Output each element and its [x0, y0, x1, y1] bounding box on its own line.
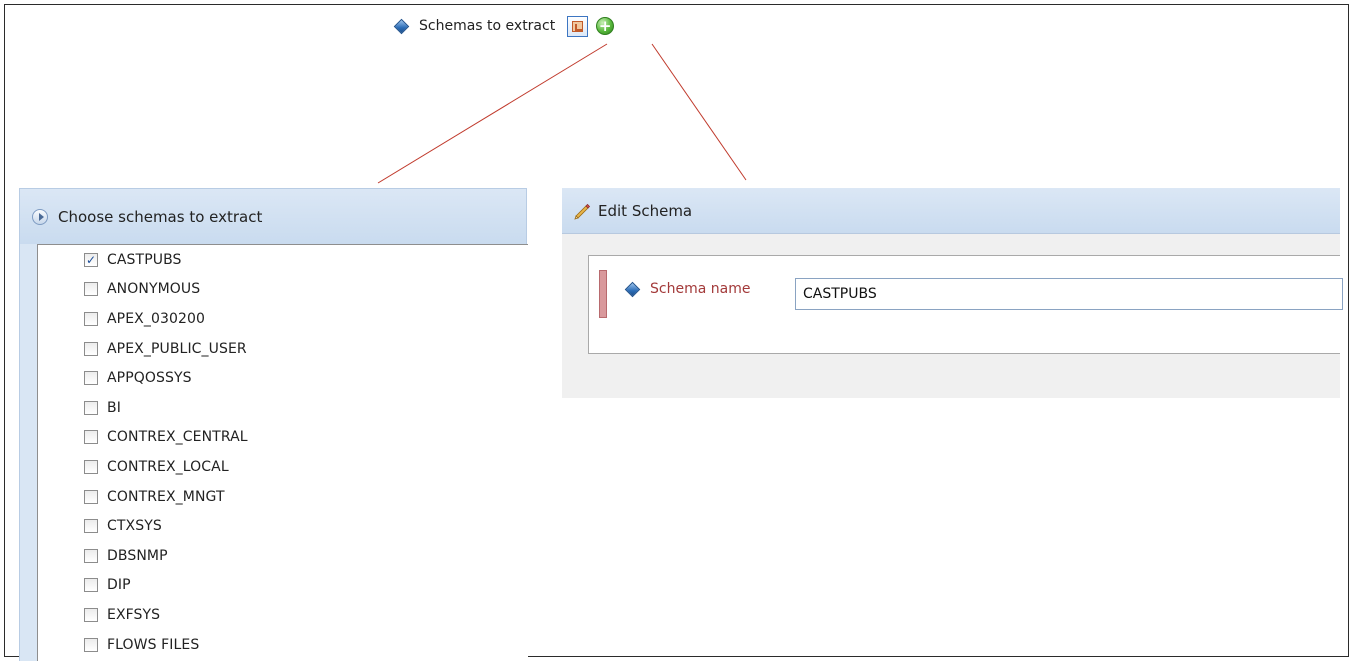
diamond-icon — [624, 281, 641, 297]
schema-name-row: Schema name — [624, 281, 751, 297]
pencil-icon — [574, 203, 591, 220]
schema-label: CTXSYS — [107, 518, 162, 535]
schema-label: APEX_030200 — [107, 310, 205, 327]
schemas-to-extract-label: Schemas to extract — [419, 18, 556, 34]
schema-checkbox[interactable] — [84, 459, 98, 474]
required-indicator — [599, 270, 607, 318]
schema-label: CONTREX_MNGT — [107, 488, 225, 505]
edit-schema-header: Edit Schema — [562, 188, 1340, 234]
schema-label: CONTREX_LOCAL — [107, 458, 229, 475]
schema-label: DIP — [107, 577, 131, 594]
choose-schemas-title: Choose schemas to extract — [58, 207, 263, 226]
edit-schema-title: Edit Schema — [598, 201, 693, 220]
schema-list-item[interactable]: APEX_030200 — [38, 304, 528, 334]
schema-list-item[interactable]: CONTREX_LOCAL — [38, 452, 528, 482]
schema-checkbox[interactable] — [84, 430, 98, 445]
schema-label: EXFSYS — [107, 606, 161, 623]
schema-name-input[interactable] — [795, 278, 1343, 310]
schemas-to-extract-row: Schemas to extract + — [393, 14, 615, 38]
collapse-arrow-icon[interactable] — [32, 208, 48, 225]
schema-checkbox[interactable] — [84, 578, 98, 593]
schema-checkbox[interactable] — [84, 607, 98, 622]
schema-checkbox[interactable] — [84, 341, 98, 356]
schema-list-item[interactable]: CONTREX_MNGT — [38, 482, 528, 512]
schema-checkbox[interactable] — [84, 548, 98, 563]
edit-schema-panel: Edit Schema Schema name — [562, 188, 1343, 398]
schema-checkbox[interactable]: ✓ — [84, 252, 98, 267]
add-icon[interactable]: + — [596, 17, 615, 35]
schema-list[interactable]: ✓ CASTPUBS ANONYMOUS APEX_030200 APEX_PUBLIC… — [37, 244, 528, 661]
schema-list-item[interactable]: EXFSYS — [38, 600, 528, 630]
schema-list-item[interactable]: APPQOSSYS — [38, 363, 528, 393]
schema-list-item[interactable]: DIP — [38, 571, 528, 601]
schema-list-item[interactable]: DBSNMP — [38, 541, 528, 571]
schema-label: BI — [107, 399, 121, 416]
schema-label: APPQOSSYS — [107, 370, 192, 387]
schema-label: CONTREX_CENTRAL — [107, 429, 248, 446]
schema-list-item[interactable]: CTXSYS — [38, 511, 528, 541]
schema-checkbox[interactable] — [84, 519, 98, 534]
schema-list-item[interactable]: FLOWS FILES — [38, 630, 528, 660]
schema-list-item[interactable]: APEX_PUBLIC_USER — [38, 334, 528, 364]
schema-name-label: Schema name — [650, 281, 751, 297]
schema-checkbox[interactable] — [84, 400, 98, 415]
schema-label: CASTPUBS — [107, 251, 182, 268]
choose-schemas-header: Choose schemas to extract — [20, 189, 526, 244]
schema-label: FLOWS FILES — [107, 636, 200, 653]
schema-checkbox[interactable] — [84, 637, 98, 652]
schema-checkbox[interactable] — [84, 489, 98, 504]
schema-label: ANONYMOUS — [107, 281, 201, 298]
schema-checkbox[interactable] — [84, 282, 98, 297]
choose-schemas-panel: Choose schemas to extract ✓ CASTPUBS ANONY… — [19, 188, 528, 661]
schema-list-item[interactable]: BI — [38, 393, 528, 423]
diamond-icon — [393, 18, 410, 34]
schema-list-item[interactable]: ✓ CASTPUBS — [38, 245, 528, 275]
schema-list-item[interactable]: CONTREX_CENTRAL — [38, 423, 528, 453]
edit-schema-form: Schema name — [588, 255, 1343, 354]
schema-checkbox[interactable] — [84, 371, 98, 386]
schema-checkbox[interactable] — [84, 311, 98, 326]
schema-label: DBSNMP — [107, 547, 168, 564]
schema-list-item[interactable]: ANONYMOUS — [38, 275, 528, 305]
schema-label: APEX_PUBLIC_USER — [107, 340, 247, 357]
choose-schemas-icon[interactable] — [567, 15, 589, 37]
